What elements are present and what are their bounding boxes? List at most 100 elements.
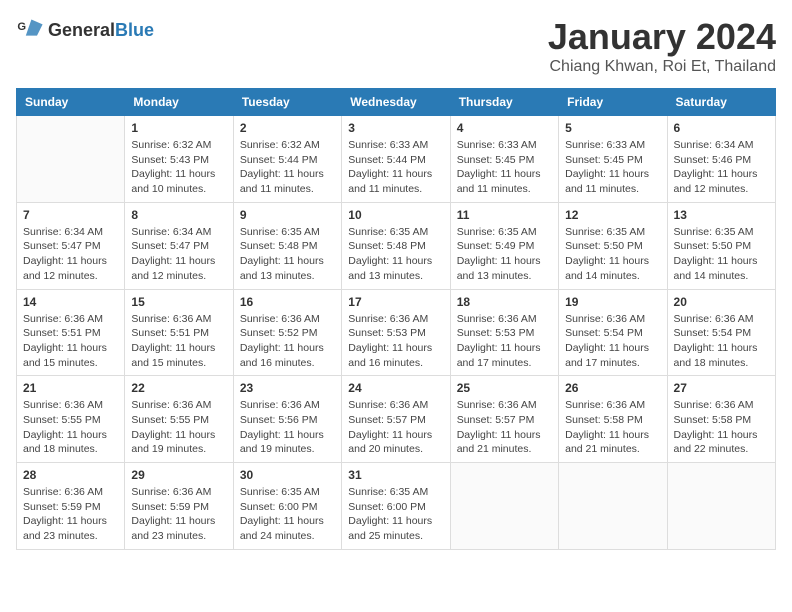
day-number: 3 [348,121,443,135]
logo-text-general: General [48,20,115,40]
day-info: Sunrise: 6:34 AM Sunset: 5:47 PM Dayligh… [131,225,226,284]
calendar-cell: 24Sunrise: 6:36 AM Sunset: 5:57 PM Dayli… [342,376,450,463]
title-area: January 2024 Chiang Khwan, Roi Et, Thail… [548,16,776,76]
calendar-cell: 12 Sunrise: 6:35 AM Sunset: 5:50 PM Dayli… [559,202,667,289]
day-info: Sunrise: 6:36 AM Sunset: 5:58 PM Dayligh… [565,398,660,457]
day-number: 7 [23,208,118,222]
day-number: 13 [674,208,769,222]
calendar-cell: 13 Sunrise: 6:35 AM Sunset: 5:50 PM Dayli… [667,202,775,289]
calendar-cell: 30 Sunrise: 6:35 AM Sunset: 6:00 PM Dayli… [233,463,341,550]
day-info: Sunrise: 6:36 AM Sunset: 5:57 PM Dayligh… [457,398,552,457]
calendar-cell: 14 Sunrise: 6:36 AM Sunset: 5:51 PM Dayli… [17,289,125,376]
day-number: 11 [457,208,552,222]
day-number: 26 [565,381,660,395]
calendar-cell: 1 Sunrise: 6:32 AM Sunset: 5:43 PM Daylig… [125,116,233,203]
calendar-cell: 28Sunrise: 6:36 AM Sunset: 5:59 PM Dayli… [17,463,125,550]
day-info: Sunrise: 6:32 AM Sunset: 5:43 PM Dayligh… [131,138,226,197]
week-row-3: 14 Sunrise: 6:36 AM Sunset: 5:51 PM Dayli… [17,289,776,376]
calendar-cell: 27 Sunrise: 6:36 AM Sunset: 5:58 PM Dayli… [667,376,775,463]
month-title: January 2024 [548,16,776,58]
logo-icon: G [16,16,44,44]
day-number: 12 [565,208,660,222]
day-info: Sunrise: 6:36 AM Sunset: 5:59 PM Dayligh… [23,485,118,544]
day-info: Sunrise: 6:36 AM Sunset: 5:53 PM Dayligh… [457,312,552,371]
calendar-cell: 9Sunrise: 6:35 AM Sunset: 5:48 PM Daylig… [233,202,341,289]
svg-text:G: G [17,21,26,33]
day-info: Sunrise: 6:35 AM Sunset: 6:00 PM Dayligh… [240,485,335,544]
page-header: G GeneralBlue January 2024 Chiang Khwan,… [16,16,776,76]
calendar-cell: 23 Sunrise: 6:36 AM Sunset: 5:56 PM Dayli… [233,376,341,463]
day-number: 25 [457,381,552,395]
day-info: Sunrise: 6:35 AM Sunset: 5:50 PM Dayligh… [565,225,660,284]
column-header-monday: Monday [125,89,233,116]
day-info: Sunrise: 6:36 AM Sunset: 5:57 PM Dayligh… [348,398,443,457]
day-number: 14 [23,295,118,309]
day-info: Sunrise: 6:36 AM Sunset: 5:55 PM Dayligh… [131,398,226,457]
calendar-cell [17,116,125,203]
logo-text-blue: Blue [115,20,154,40]
day-number: 20 [674,295,769,309]
calendar-cell: 7 Sunrise: 6:34 AM Sunset: 5:47 PM Daylig… [17,202,125,289]
day-info: Sunrise: 6:36 AM Sunset: 5:54 PM Dayligh… [565,312,660,371]
day-number: 29 [131,468,226,482]
week-row-5: 28Sunrise: 6:36 AM Sunset: 5:59 PM Dayli… [17,463,776,550]
day-info: Sunrise: 6:36 AM Sunset: 5:59 PM Dayligh… [131,485,226,544]
day-info: Sunrise: 6:36 AM Sunset: 5:51 PM Dayligh… [131,312,226,371]
column-header-friday: Friday [559,89,667,116]
day-info: Sunrise: 6:33 AM Sunset: 5:45 PM Dayligh… [457,138,552,197]
day-info: Sunrise: 6:36 AM Sunset: 5:55 PM Dayligh… [23,398,118,457]
day-info: Sunrise: 6:36 AM Sunset: 5:54 PM Dayligh… [674,312,769,371]
day-info: Sunrise: 6:34 AM Sunset: 5:47 PM Dayligh… [23,225,118,284]
calendar-cell: 31 Sunrise: 6:35 AM Sunset: 6:00 PM Dayli… [342,463,450,550]
column-header-thursday: Thursday [450,89,558,116]
calendar-cell: 29 Sunrise: 6:36 AM Sunset: 5:59 PM Dayli… [125,463,233,550]
day-number: 30 [240,468,335,482]
day-number: 5 [565,121,660,135]
calendar-cell: 6Sunrise: 6:34 AM Sunset: 5:46 PM Daylig… [667,116,775,203]
calendar-cell [667,463,775,550]
day-number: 16 [240,295,335,309]
day-number: 21 [23,381,118,395]
day-info: Sunrise: 6:33 AM Sunset: 5:44 PM Dayligh… [348,138,443,197]
day-number: 19 [565,295,660,309]
calendar-cell: 18 Sunrise: 6:36 AM Sunset: 5:53 PM Dayli… [450,289,558,376]
week-row-2: 7 Sunrise: 6:34 AM Sunset: 5:47 PM Daylig… [17,202,776,289]
day-info: Sunrise: 6:36 AM Sunset: 5:56 PM Dayligh… [240,398,335,457]
day-number: 9 [240,208,335,222]
day-number: 18 [457,295,552,309]
day-number: 8 [131,208,226,222]
logo: G GeneralBlue [16,16,154,44]
calendar-cell: 26 Sunrise: 6:36 AM Sunset: 5:58 PM Dayli… [559,376,667,463]
day-number: 23 [240,381,335,395]
day-info: Sunrise: 6:36 AM Sunset: 5:58 PM Dayligh… [674,398,769,457]
day-info: Sunrise: 6:32 AM Sunset: 5:44 PM Dayligh… [240,138,335,197]
day-info: Sunrise: 6:36 AM Sunset: 5:51 PM Dayligh… [23,312,118,371]
calendar-cell: 22 Sunrise: 6:36 AM Sunset: 5:55 PM Dayli… [125,376,233,463]
day-info: Sunrise: 6:36 AM Sunset: 5:52 PM Dayligh… [240,312,335,371]
day-number: 27 [674,381,769,395]
calendar-cell: 25 Sunrise: 6:36 AM Sunset: 5:57 PM Dayli… [450,376,558,463]
calendar-cell: 8 Sunrise: 6:34 AM Sunset: 5:47 PM Daylig… [125,202,233,289]
week-row-1: 1 Sunrise: 6:32 AM Sunset: 5:43 PM Daylig… [17,116,776,203]
column-header-tuesday: Tuesday [233,89,341,116]
calendar-cell: 4 Sunrise: 6:33 AM Sunset: 5:45 PM Daylig… [450,116,558,203]
calendar-cell: 15Sunrise: 6:36 AM Sunset: 5:51 PM Dayli… [125,289,233,376]
day-info: Sunrise: 6:35 AM Sunset: 5:50 PM Dayligh… [674,225,769,284]
column-header-sunday: Sunday [17,89,125,116]
calendar-cell: 2 Sunrise: 6:32 AM Sunset: 5:44 PM Daylig… [233,116,341,203]
calendar-cell: 5Sunrise: 6:33 AM Sunset: 5:45 PM Daylig… [559,116,667,203]
day-info: Sunrise: 6:35 AM Sunset: 5:49 PM Dayligh… [457,225,552,284]
day-number: 17 [348,295,443,309]
day-number: 2 [240,121,335,135]
day-info: Sunrise: 6:35 AM Sunset: 6:00 PM Dayligh… [348,485,443,544]
day-number: 22 [131,381,226,395]
day-info: Sunrise: 6:36 AM Sunset: 5:53 PM Dayligh… [348,312,443,371]
day-number: 10 [348,208,443,222]
day-number: 4 [457,121,552,135]
day-number: 1 [131,121,226,135]
calendar-cell [559,463,667,550]
location-subtitle: Chiang Khwan, Roi Et, Thailand [548,58,776,76]
day-number: 31 [348,468,443,482]
calendar-cell: 10Sunrise: 6:35 AM Sunset: 5:48 PM Dayli… [342,202,450,289]
calendar-header-row: SundayMondayTuesdayWednesdayThursdayFrid… [17,89,776,116]
